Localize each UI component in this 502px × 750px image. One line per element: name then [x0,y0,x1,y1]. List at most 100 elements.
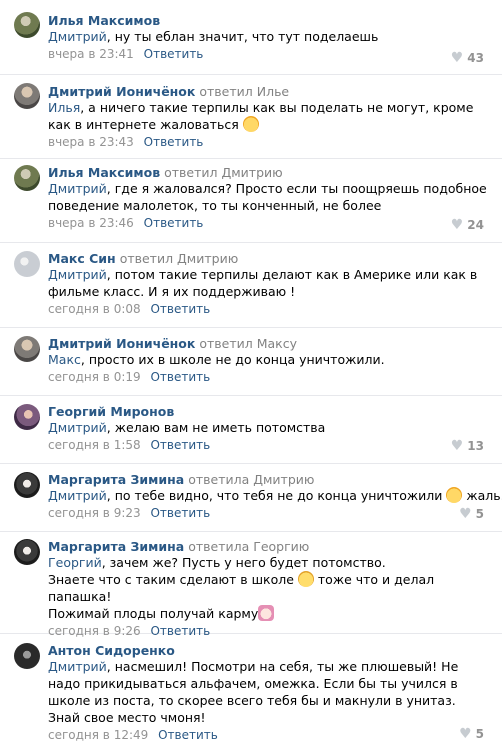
reply-to-label[interactable]: ответил Дмитрию [164,165,283,180]
mention-link[interactable]: Дмитрий [48,181,107,196]
like-button[interactable]: ♥ 5 [459,506,484,522]
heart-icon: ♥ [459,726,472,742]
comment-header: Георгий Миронов [48,404,490,419]
comment-text: Дмитрий, насмешил! Посмотри на себя, ты … [48,659,459,725]
comment-item: Антон Сидоренко Дмитрий, насмешил! Посмо… [0,634,502,750]
avatar[interactable] [14,643,40,669]
heart-icon: ♥ [450,438,464,454]
smirk-icon [446,487,463,503]
mention-link[interactable]: Дмитрий [48,488,107,503]
comment-text: Дмитрий, ну ты еблан значит, что тут под… [48,29,379,44]
comment-meta: сегодня в 1:58 Ответить [48,438,490,452]
comment-text: Дмитрий, желаю вам не иметь потомства [48,420,326,435]
comment-item: Илья Максимов Дмитрий, ну ты еблан значи… [0,0,502,75]
like-count: 5 [475,727,484,741]
avatar[interactable] [14,336,40,362]
timestamp[interactable]: сегодня в 1:58 [48,438,141,452]
mention-link[interactable]: Георгий [48,555,102,570]
timestamp[interactable]: вчера в 23:41 [48,47,134,61]
comment-text: Георгий, зачем же? Пусть у него будет по… [48,555,435,621]
reply-to-label[interactable]: ответил Максу [199,336,297,351]
comment-item: Макс Син ответил Дмитрию Дмитрий, потом … [0,243,502,328]
reply-to-label[interactable]: ответил Дмитрию [120,251,239,266]
reply-button[interactable]: Ответить [150,506,210,520]
rofl-icon [242,116,259,132]
mention-link[interactable]: Макс [48,352,81,367]
reply-button[interactable]: Ответить [144,47,204,61]
mention-link[interactable]: Дмитрий [48,659,107,674]
comment-text: Дмитрий, потом такие терпилы делают как … [48,267,478,299]
comments-list: Илья Максимов Дмитрий, ну ты еблан значи… [0,0,502,750]
timestamp[interactable]: сегодня в 12:49 [48,728,148,742]
comment-item: Дмитрий Ионичёнок ответил Илье Илья, а н… [0,75,502,159]
author-name[interactable]: Илья Максимов [48,13,160,28]
reply-to-label[interactable]: ответила Дмитрию [188,472,314,487]
like-button[interactable]: ♥ 24 [451,217,484,233]
heart-icon: ♥ [459,506,472,522]
comment-meta: сегодня в 0:08 Ответить [48,302,490,316]
timestamp[interactable]: вчера в 23:46 [48,216,134,230]
mention-link[interactable]: Дмитрий [48,420,107,435]
author-name[interactable]: Макс Син [48,251,116,266]
comment-text: Дмитрий, где я жаловался? Просто если ты… [48,181,487,213]
comment-meta: вчера в 23:46 Ответить [48,216,490,230]
mention-link[interactable]: Илья [48,100,80,115]
comment-header: Илья Максимов ответил Дмитрию [48,165,490,180]
like-count: 43 [467,51,484,65]
girl-icon [258,605,275,621]
comment-header: Макс Син ответил Дмитрию [48,251,490,266]
like-button[interactable]: ♥ 43 [451,50,484,66]
avatar[interactable] [14,404,40,430]
reply-button[interactable]: Ответить [158,728,218,742]
avatar[interactable] [14,539,40,565]
comment-meta: сегодня в 0:19 Ответить [48,370,490,384]
timestamp[interactable]: сегодня в 9:23 [48,506,141,520]
reply-button[interactable]: Ответить [150,438,210,452]
author-name[interactable]: Георгий Миронов [48,404,174,419]
comment-header: Маргарита Зимина ответила Дмитрию [48,472,490,487]
author-name[interactable]: Антон Сидоренко [48,643,175,658]
comment-header: Дмитрий Ионичёнок ответил Илье [48,84,490,99]
author-name[interactable]: Дмитрий Ионичёнок [48,336,195,351]
author-name[interactable]: Маргарита Зимина [48,472,184,487]
mention-link[interactable]: Дмитрий [48,29,107,44]
like-button[interactable]: ♥ 5 [459,726,484,742]
author-name[interactable]: Илья Максимов [48,165,160,180]
avatar[interactable] [14,472,40,498]
comment-item: Дмитрий Ионичёнок ответил Максу Макс, пр… [0,328,502,396]
comment-meta: сегодня в 12:49 Ответить [48,728,490,742]
reply-to-label[interactable]: ответила Георгию [188,539,309,554]
comment-item: Илья Максимов ответил Дмитрию Дмитрий, г… [0,159,502,243]
comment-header: Дмитрий Ионичёнок ответил Максу [48,336,490,351]
like-button[interactable]: ♥ 13 [451,438,484,454]
reply-button[interactable]: Ответить [144,135,204,149]
reply-button[interactable]: Ответить [144,216,204,230]
comment-text: Макс, просто их в школе не до конца унич… [48,352,385,367]
comment-header: Илья Максимов [48,13,490,28]
comment-text: Илья, а ничего такие терпилы как вы поде… [48,100,474,132]
timestamp[interactable]: вчера в 23:43 [48,135,134,149]
heart-icon: ♥ [450,50,464,66]
avatar[interactable] [14,12,40,38]
author-name[interactable]: Маргарита Зимина [48,539,184,554]
avatar[interactable] [14,165,40,191]
comment-meta: вчера в 23:43 Ответить [48,135,490,149]
reply-to-label[interactable]: ответил Илье [199,84,289,99]
avatar[interactable] [14,251,40,277]
comment-meta: сегодня в 9:23 Ответить [48,506,490,520]
timestamp[interactable]: сегодня в 0:19 [48,370,141,384]
thinking-icon [297,571,314,587]
timestamp[interactable]: сегодня в 0:08 [48,302,141,316]
avatar[interactable] [14,83,40,109]
reply-button[interactable]: Ответить [150,370,210,384]
reply-button[interactable]: Ответить [150,302,210,316]
author-name[interactable]: Дмитрий Ионичёнок [48,84,195,99]
mention-link[interactable]: Дмитрий [48,267,107,282]
comment-header: Маргарита Зимина ответила Георгию [48,539,490,554]
comment-header: Антон Сидоренко [48,643,490,658]
heart-icon: ♥ [450,217,464,233]
comment-item: Георгий Миронов Дмитрий, желаю вам не им… [0,396,502,464]
comment-item: Маргарита Зимина ответила Дмитрию Дмитри… [0,464,502,532]
comment-item: Маргарита Зимина ответила Георгию Георги… [0,532,502,638]
comment-text: Дмитрий, по тебе видно, что тебя не до к… [48,487,502,503]
